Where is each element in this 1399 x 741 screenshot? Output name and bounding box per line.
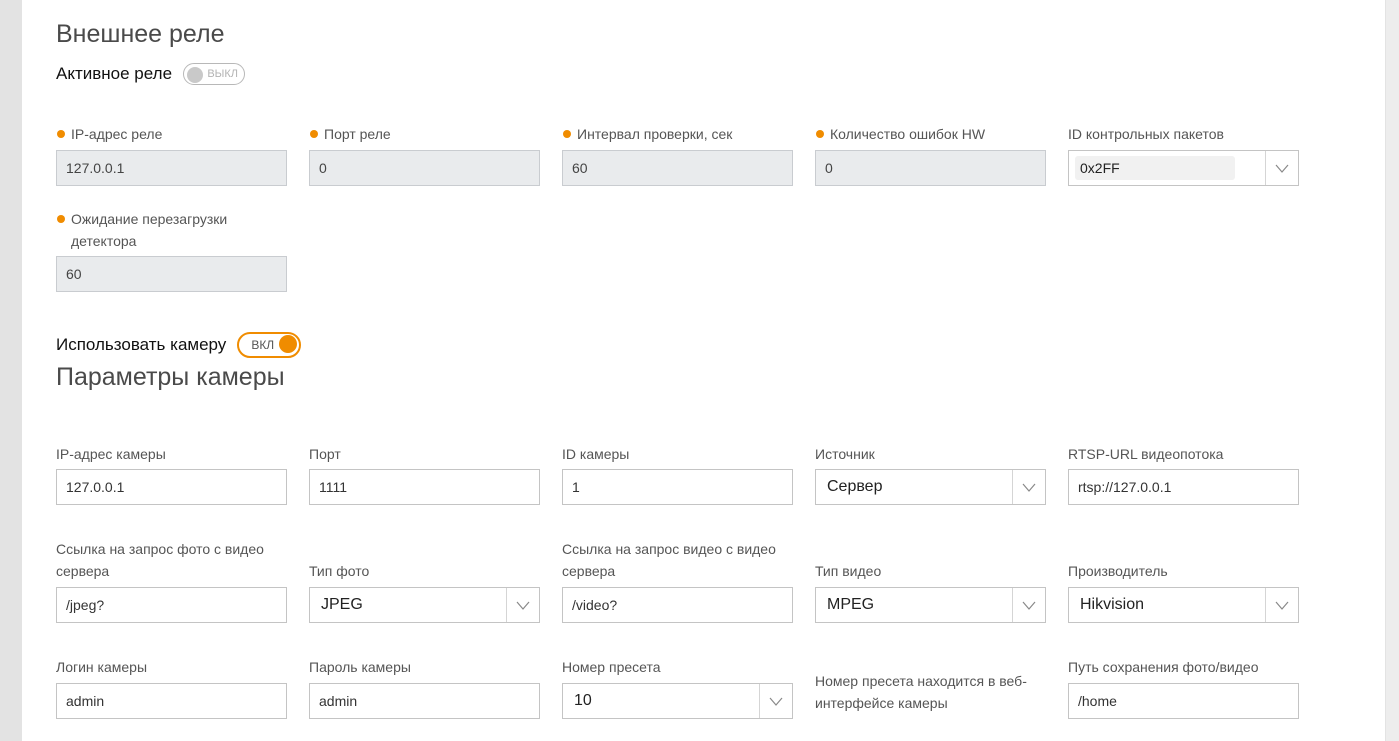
login-input[interactable]: admin (56, 683, 287, 719)
source-label: Источник (815, 446, 875, 462)
required-dot (57, 130, 65, 138)
reboot-wait-label: Ожидание перезагрузки детектора (71, 211, 228, 249)
toggle-knob (187, 66, 204, 83)
vendor-value: Hikvision (1080, 596, 1145, 613)
camera-id-label: ID камеры (562, 446, 630, 462)
photo-url-field: Ссылка на запрос фото с видео сервера /j… (56, 538, 287, 623)
active-relay-toggle[interactable]: ВЫКЛ (183, 63, 246, 85)
relay-ip-input[interactable]: 127.0.0.1 (56, 150, 287, 186)
source-value: Сервер (827, 478, 883, 495)
video-type-label: Тип видео (815, 563, 882, 579)
camera-port-input[interactable]: 1111 (309, 469, 540, 505)
packet-id-label: ID контрольных пакетов (1068, 126, 1224, 142)
required-dot (563, 130, 571, 138)
preset-label: Номер пресета (562, 659, 661, 675)
relay-hw-errors-input[interactable]: 0 (815, 150, 1046, 186)
relay-interval-label: Интервал проверки, сек (577, 126, 733, 142)
toggle-state-text: ВКЛ (251, 338, 275, 352)
photo-type-value: JPEG (321, 596, 363, 613)
save-path-input[interactable]: /home (1068, 683, 1299, 719)
packet-id-select[interactable]: 0x2FF (1068, 150, 1299, 186)
preset-field: Номер пресета 10 (562, 656, 793, 719)
required-dot (816, 130, 824, 138)
save-path-field: Путь сохранения фото/видео /home (1068, 656, 1299, 719)
chevron-down-icon (516, 601, 530, 610)
required-dot (57, 215, 65, 223)
video-type-field: Тип видео MPEG (815, 560, 1046, 623)
required-dot (310, 130, 318, 138)
toggle-state-text: ВЫКЛ (207, 68, 239, 80)
packet-id-value: 0x2FF (1080, 160, 1120, 176)
camera-ip-input[interactable]: 127.0.0.1 (56, 469, 287, 505)
packet-id-field: ID контрольных пакетов 0x2FF (1068, 123, 1299, 186)
relay-port-input[interactable]: 0 (309, 150, 540, 186)
relay-ip-label: IP-адрес реле (71, 126, 163, 142)
relay-interval-field: Интервал проверки, сек 60 (562, 123, 793, 186)
vendor-label: Производитель (1068, 563, 1168, 579)
login-label: Логин камеры (56, 659, 147, 675)
video-url-label: Ссылка на запрос видео с видео сервера (562, 541, 776, 579)
vendor-field: Производитель Hikvision (1068, 560, 1299, 623)
select-divider (1265, 588, 1266, 622)
preset-note: Номер пресета находится в веб-интерфейсе… (815, 673, 1027, 711)
chevron-down-icon (1275, 601, 1289, 610)
password-label: Пароль камеры (309, 659, 411, 675)
scrollbar[interactable] (1386, 0, 1399, 741)
reboot-wait-field: Ожидание перезагрузки детектора 60 (56, 208, 287, 292)
select-divider (759, 684, 760, 718)
select-divider (506, 588, 507, 622)
toggle-knob (279, 335, 298, 353)
video-url-field: Ссылка на запрос видео с видео сервера /… (562, 538, 793, 623)
select-divider (1012, 470, 1013, 504)
camera-ip-label: IP-адрес камеры (56, 446, 166, 462)
camera-ip-field: IP-адрес камеры 127.0.0.1 (56, 443, 287, 505)
select-divider (1012, 588, 1013, 622)
reboot-wait-input[interactable]: 60 (56, 256, 287, 292)
chevron-down-icon (1275, 164, 1289, 173)
select-divider (1265, 151, 1266, 185)
source-select[interactable]: Сервер (815, 469, 1046, 505)
preset-value: 10 (574, 692, 592, 709)
relay-port-field: Порт реле 0 (309, 123, 540, 186)
chevron-down-icon (1022, 483, 1036, 492)
photo-type-select[interactable]: JPEG (309, 587, 540, 623)
chevron-down-icon (769, 697, 783, 706)
preset-select[interactable]: 10 (562, 683, 793, 719)
photo-type-label: Тип фото (309, 563, 370, 579)
photo-url-label: Ссылка на запрос фото с видео сервера (56, 541, 264, 579)
use-camera-row: Использовать камеру ВКЛ (56, 332, 302, 358)
camera-id-input[interactable]: 1 (562, 469, 793, 505)
chevron-down-icon (1022, 601, 1036, 610)
video-type-select[interactable]: MPEG (815, 587, 1046, 623)
relay-hw-errors-field: Количество ошибок HW 0 (815, 123, 1046, 186)
use-camera-label: Использовать камеру (56, 335, 227, 354)
password-field: Пароль камеры admin (309, 656, 540, 719)
source-field: Источник Сервер (815, 443, 1046, 505)
relay-ip-field: IP-адрес реле 127.0.0.1 (56, 123, 287, 186)
relay-interval-input[interactable]: 60 (562, 150, 793, 186)
video-url-input[interactable]: /video? (562, 587, 793, 623)
rtsp-input[interactable]: rtsp://127.0.0.1 (1068, 469, 1299, 505)
rtsp-label: RTSP-URL видеопотока (1068, 446, 1224, 462)
active-relay-label: Активное реле (56, 64, 173, 83)
camera-port-label: Порт (309, 446, 341, 462)
use-camera-toggle[interactable]: ВКЛ (237, 332, 302, 358)
login-field: Логин камеры admin (56, 656, 287, 719)
camera-section-title: Параметры камеры (56, 363, 285, 391)
relay-section-title: Внешнее реле (56, 20, 225, 48)
photo-type-field: Тип фото JPEG (309, 560, 540, 623)
camera-id-field: ID камеры 1 (562, 443, 793, 505)
photo-url-input[interactable]: /jpeg? (56, 587, 287, 623)
relay-port-label: Порт реле (324, 126, 391, 142)
video-type-value: MPEG (827, 596, 875, 613)
relay-hw-errors-label: Количество ошибок HW (830, 126, 986, 142)
save-path-label: Путь сохранения фото/видео (1068, 659, 1259, 675)
password-input[interactable]: admin (309, 683, 540, 719)
camera-port-field: Порт 1111 (309, 443, 540, 505)
vendor-select[interactable]: Hikvision (1068, 587, 1299, 623)
active-relay-row: Активное реле ВЫКЛ (56, 63, 246, 85)
rtsp-field: RTSP-URL видеопотока rtsp://127.0.0.1 (1068, 443, 1299, 505)
